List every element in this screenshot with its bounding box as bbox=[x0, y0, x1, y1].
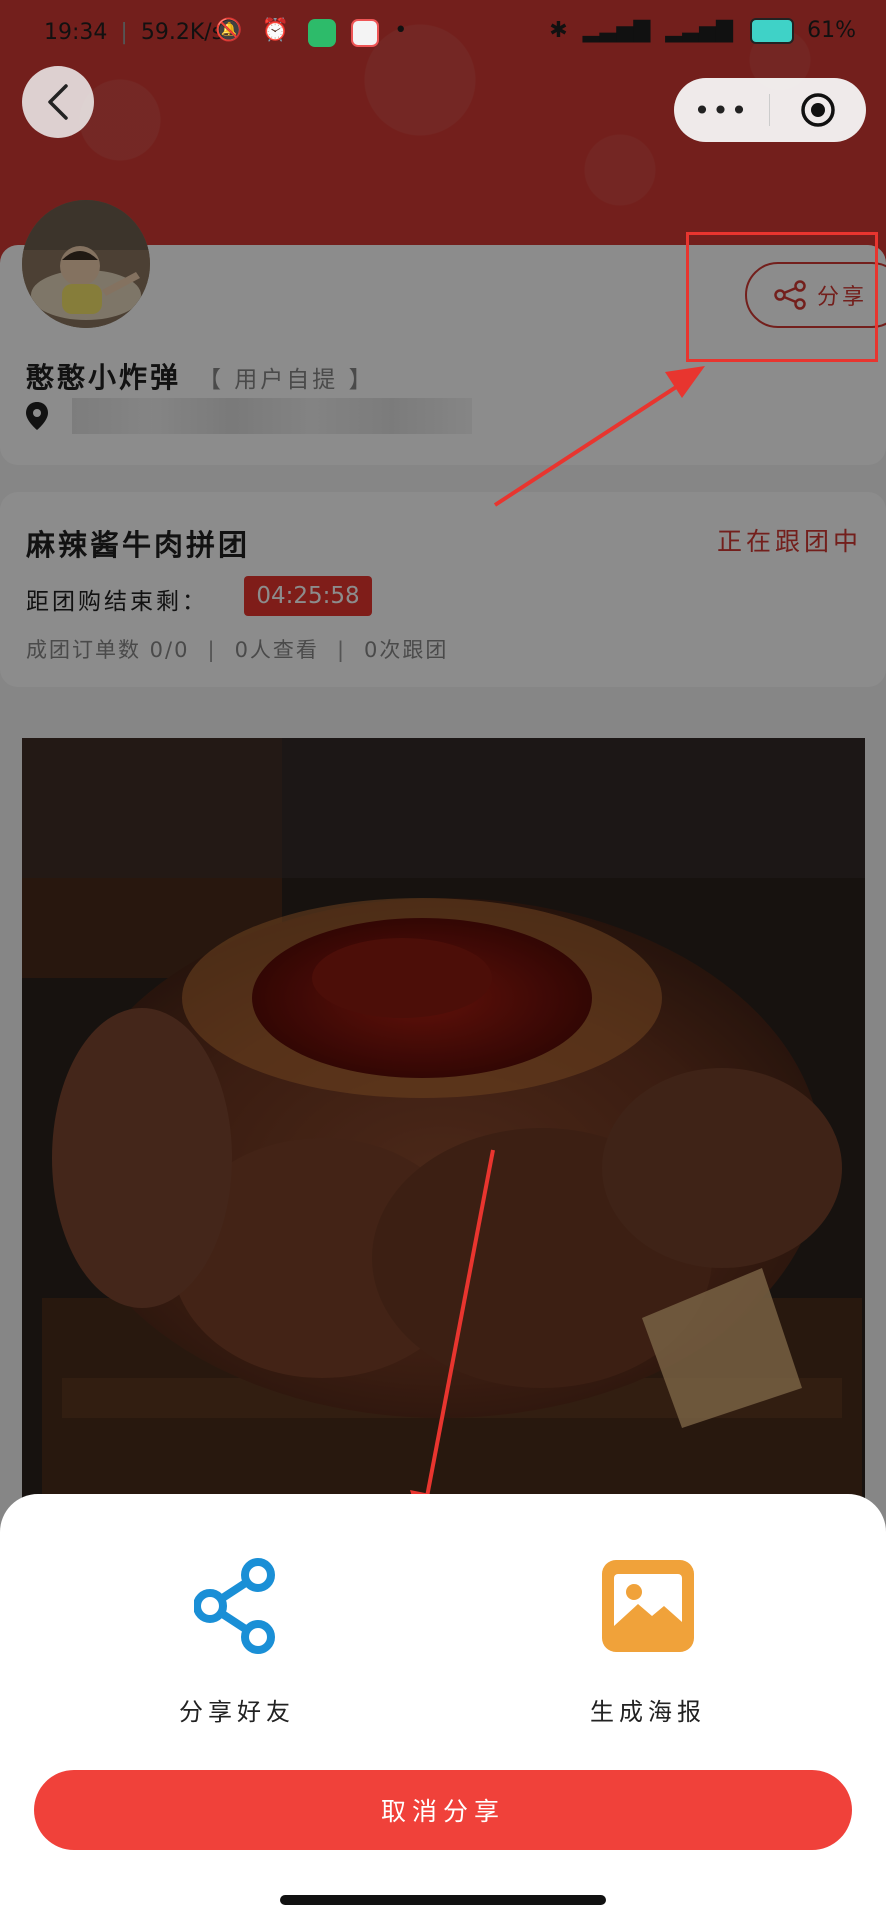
status-bar: 19:34 | 59.2K/s 🔕 ⏰ • ✱ ▂▃▅▇ ▂▃▅▇ 61% bbox=[0, 0, 886, 70]
generate-poster-option[interactable]: 生成海报 bbox=[528, 1556, 768, 1727]
generate-poster-label: 生成海报 bbox=[590, 1698, 706, 1726]
more-dot-icon: • bbox=[394, 18, 408, 43]
battery-percent: 61% bbox=[807, 18, 856, 43]
chevron-left-icon bbox=[48, 84, 68, 120]
share-icon bbox=[194, 1558, 275, 1654]
record-app-icon bbox=[351, 18, 380, 47]
more-menu-button[interactable]: ••• bbox=[674, 94, 769, 127]
target-icon bbox=[800, 93, 835, 127]
share-to-friend-option[interactable]: 分享好友 bbox=[117, 1556, 357, 1727]
status-time: 19:34 | 59.2K/s bbox=[44, 20, 224, 45]
share-to-friend-label: 分享好友 bbox=[179, 1698, 295, 1726]
miniapp-capsule: ••• bbox=[674, 78, 866, 142]
back-button[interactable] bbox=[22, 66, 94, 138]
bluetooth-icon: ✱ bbox=[549, 18, 568, 43]
signal-4g-icon: ▂▃▅▇ bbox=[665, 18, 734, 43]
home-indicator[interactable] bbox=[280, 1895, 606, 1905]
chat-app-icon bbox=[308, 18, 336, 47]
mute-icon: 🔕 bbox=[215, 18, 243, 43]
system-icons: ✱ ▂▃▅▇ ▂▃▅▇ 61% bbox=[549, 18, 856, 44]
signal-4g-icon: ▂▃▅▇ bbox=[582, 18, 651, 43]
annotation-highlight-box bbox=[686, 232, 878, 362]
close-miniapp-button[interactable] bbox=[770, 91, 865, 129]
network-speed: 59.2K/s bbox=[140, 20, 224, 45]
image-icon bbox=[602, 1560, 694, 1652]
cancel-share-button[interactable]: 取消分享 bbox=[34, 1770, 852, 1850]
battery-icon bbox=[750, 18, 795, 44]
notification-icons: 🔕 ⏰ • bbox=[215, 18, 407, 47]
alarm-icon: ⏰ bbox=[261, 18, 289, 43]
